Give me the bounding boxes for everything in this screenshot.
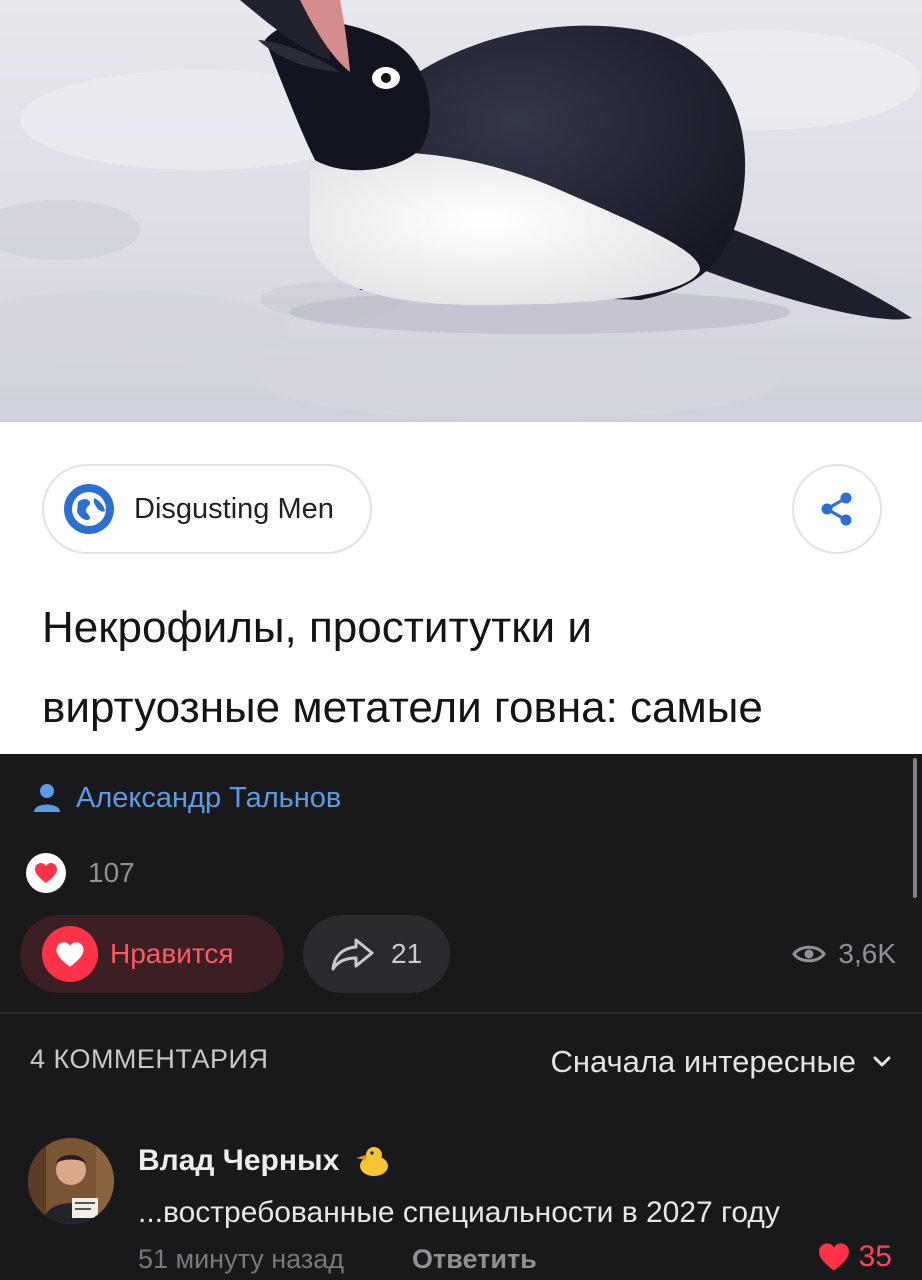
comments-count: 4 КОММЕНТАРИЯ bbox=[30, 1044, 269, 1074]
comments-sort-dropdown[interactable]: Сначала интересные bbox=[550, 1040, 892, 1084]
comment-like-button[interactable]: 35 bbox=[817, 1240, 892, 1274]
scrollbar[interactable] bbox=[913, 758, 917, 898]
author-name: Александр Тальнов bbox=[76, 781, 342, 814]
heart-icon bbox=[818, 1243, 849, 1271]
share-button[interactable] bbox=[792, 464, 882, 554]
duck-badge-icon bbox=[356, 1147, 389, 1176]
comment-likes-count: 35 bbox=[858, 1240, 892, 1273]
headline-line: Некрофилы, проститутки и bbox=[42, 603, 592, 652]
eye-icon bbox=[792, 945, 827, 963]
person-icon bbox=[34, 784, 60, 812]
comment-time: 51 минуту назад bbox=[138, 1244, 345, 1274]
comment-item: Влад Черных ...востребованные специально… bbox=[0, 1130, 922, 1280]
article-card: Disgusting Men Некрофилы, проститутки и … bbox=[0, 422, 922, 754]
comment-text: ...востребованные специальности в 2027 г… bbox=[138, 1196, 780, 1229]
article-cover-image[interactable] bbox=[0, 0, 922, 422]
like-button[interactable]: Нравится bbox=[20, 915, 284, 993]
author-link[interactable]: Александр Тальнов bbox=[32, 776, 341, 820]
globe-icon bbox=[64, 484, 114, 534]
sort-label: Сначала интересные bbox=[550, 1044, 856, 1079]
views-count: 3,6K bbox=[838, 938, 896, 969]
repost-arrow-icon bbox=[331, 938, 374, 971]
source-name: Disgusting Men bbox=[134, 492, 334, 525]
chevron-down-icon bbox=[873, 1056, 891, 1067]
like-button-label: Нравится bbox=[110, 938, 234, 969]
article-headline[interactable]: Некрофилы, проститутки и виртуозные мета… bbox=[42, 588, 902, 748]
likes-count: 107 bbox=[88, 857, 135, 888]
share-icon bbox=[821, 492, 852, 526]
repost-count: 21 bbox=[391, 938, 423, 969]
headline-line: виртуозные метатели говна: самые bbox=[42, 683, 763, 732]
penguin-photo bbox=[0, 0, 922, 422]
views-counter: 3,6K bbox=[792, 933, 896, 975]
heart-icon bbox=[42, 926, 98, 982]
heart-reaction-icon bbox=[26, 853, 66, 893]
comment-author-name: Влад Черных bbox=[138, 1144, 340, 1177]
repost-button[interactable]: 21 bbox=[303, 915, 450, 993]
reactions-summary[interactable]: 107 bbox=[26, 853, 135, 893]
source-chip[interactable]: Disgusting Men bbox=[42, 464, 372, 554]
divider bbox=[0, 1012, 922, 1014]
comment-author[interactable]: Влад Черных bbox=[138, 1144, 389, 1178]
reply-button[interactable]: Ответить bbox=[412, 1244, 537, 1275]
avatar[interactable] bbox=[28, 1138, 114, 1224]
